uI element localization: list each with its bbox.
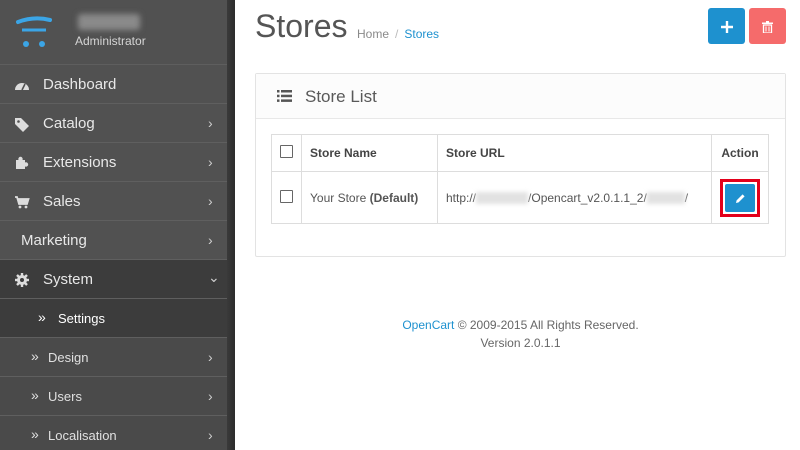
chevron-right-icon: › <box>208 388 213 404</box>
menu-label: System <box>43 271 94 288</box>
double-chevron-right-icon: » <box>31 348 39 364</box>
chevron-right-icon: › <box>208 427 213 443</box>
menu-item-dashboard[interactable]: Dashboard <box>0 65 235 104</box>
submenu-item-users[interactable]: » Users › <box>0 377 235 416</box>
list-icon <box>277 90 292 102</box>
store-url-cell: http:// /Opencart_v2.0.1.1_2/ / <box>437 171 712 224</box>
menu-label: Dashboard <box>43 76 117 93</box>
edit-store-button[interactable] <box>725 183 755 212</box>
trash-icon <box>762 21 773 34</box>
sidebar-edge <box>227 0 235 450</box>
menu-item-marketing[interactable]: Marketing › <box>0 221 235 260</box>
menu-label: Catalog <box>43 115 95 132</box>
store-name-cell: Your Store (Default) <box>301 171 438 224</box>
column-header-store-name[interactable]: Store Name <box>301 134 438 172</box>
page-title: Stores <box>255 8 348 44</box>
delete-store-button[interactable] <box>749 8 786 44</box>
menu-item-catalog[interactable]: Catalog › <box>0 104 235 143</box>
menu-label: Sales <box>43 193 81 210</box>
submenu-label: Users <box>48 389 82 404</box>
column-header-action: Action <box>711 134 769 172</box>
row-checkbox[interactable] <box>280 189 293 203</box>
opencart-link[interactable]: OpenCart <box>402 318 454 332</box>
menu-item-sales[interactable]: Sales › <box>0 182 235 221</box>
double-chevron-right-icon: » <box>38 309 46 325</box>
copyright-text: © 2009-2015 All Rights Reserved. <box>454 318 639 332</box>
column-header-store-url[interactable]: Store URL <box>437 134 712 172</box>
chevron-right-icon: › <box>208 349 213 365</box>
url-prefix: http:// <box>446 190 477 205</box>
menu-label: Extensions <box>43 154 117 171</box>
chevron-right-icon: › <box>208 193 213 209</box>
version-text: Version 2.0.1.1 <box>480 336 561 350</box>
submenu-label: Design <box>48 350 89 365</box>
chevron-right-icon: › <box>208 154 213 170</box>
gear-icon <box>15 273 29 287</box>
store-name: Your Store <box>310 190 367 205</box>
add-store-button[interactable] <box>708 8 745 44</box>
submenu-item-localisation[interactable]: » Localisation › <box>0 416 235 450</box>
double-chevron-right-icon: » <box>31 426 39 442</box>
dashboard-icon <box>15 83 29 91</box>
chevron-down-icon: ⌄ <box>208 269 220 285</box>
tags-icon <box>15 118 29 132</box>
breadcrumb-home-link[interactable]: Home <box>357 27 389 41</box>
profile-header: Administrator <box>0 0 235 65</box>
table-header-row: Store Name Store URL Action <box>271 134 769 172</box>
panel-heading: Store List <box>256 74 785 119</box>
table-row: Your Store (Default) http:// /Opencart_v2… <box>271 171 769 224</box>
menu-item-extensions[interactable]: Extensions › <box>0 143 235 182</box>
shopping-cart-icon <box>15 196 30 209</box>
pencil-icon <box>735 194 745 203</box>
breadcrumb: Home / Stores <box>357 27 439 41</box>
breadcrumb-separator: / <box>395 27 399 41</box>
user-role: Administrator <box>75 34 146 48</box>
puzzle-icon <box>16 156 29 169</box>
select-all-checkbox[interactable] <box>280 145 293 158</box>
select-all-cell <box>271 134 302 172</box>
submenu-item-settings[interactable]: » Settings <box>0 299 235 338</box>
sidebar: Administrator Dashboard Catalog › Extens… <box>0 0 235 450</box>
submenu-item-design[interactable]: » Design › <box>0 338 235 377</box>
submenu-label: Localisation <box>48 428 117 443</box>
chevron-right-icon: › <box>208 232 213 248</box>
plus-icon <box>720 21 733 34</box>
url-path: /Opencart_v2.0.1.1_2/ <box>528 190 647 205</box>
url-suffix: / <box>684 190 689 205</box>
username-blurred <box>78 14 140 30</box>
row-select-cell <box>271 171 302 224</box>
edit-highlight-box <box>720 178 760 217</box>
menu-item-system[interactable]: System ⌄ <box>0 260 235 299</box>
chevron-right-icon: › <box>208 115 213 131</box>
breadcrumb-stores-link[interactable]: Stores <box>404 27 439 41</box>
store-table: Store Name Store URL Action Your Store (… <box>271 134 769 224</box>
copyright-line: OpenCart © 2009-2015 All Rights Reserved… <box>255 316 786 334</box>
url-folder-blurred <box>646 192 685 205</box>
url-host-blurred <box>476 192 529 205</box>
opencart-logo-icon <box>16 16 52 47</box>
footer: OpenCart © 2009-2015 All Rights Reserved… <box>255 316 786 352</box>
panel-title: Store List <box>305 87 377 106</box>
action-cell <box>711 171 769 224</box>
default-label: (Default) <box>369 190 419 205</box>
submenu-label: Settings <box>58 311 105 326</box>
double-chevron-right-icon: » <box>31 387 39 403</box>
menu-label: Marketing <box>21 232 87 249</box>
